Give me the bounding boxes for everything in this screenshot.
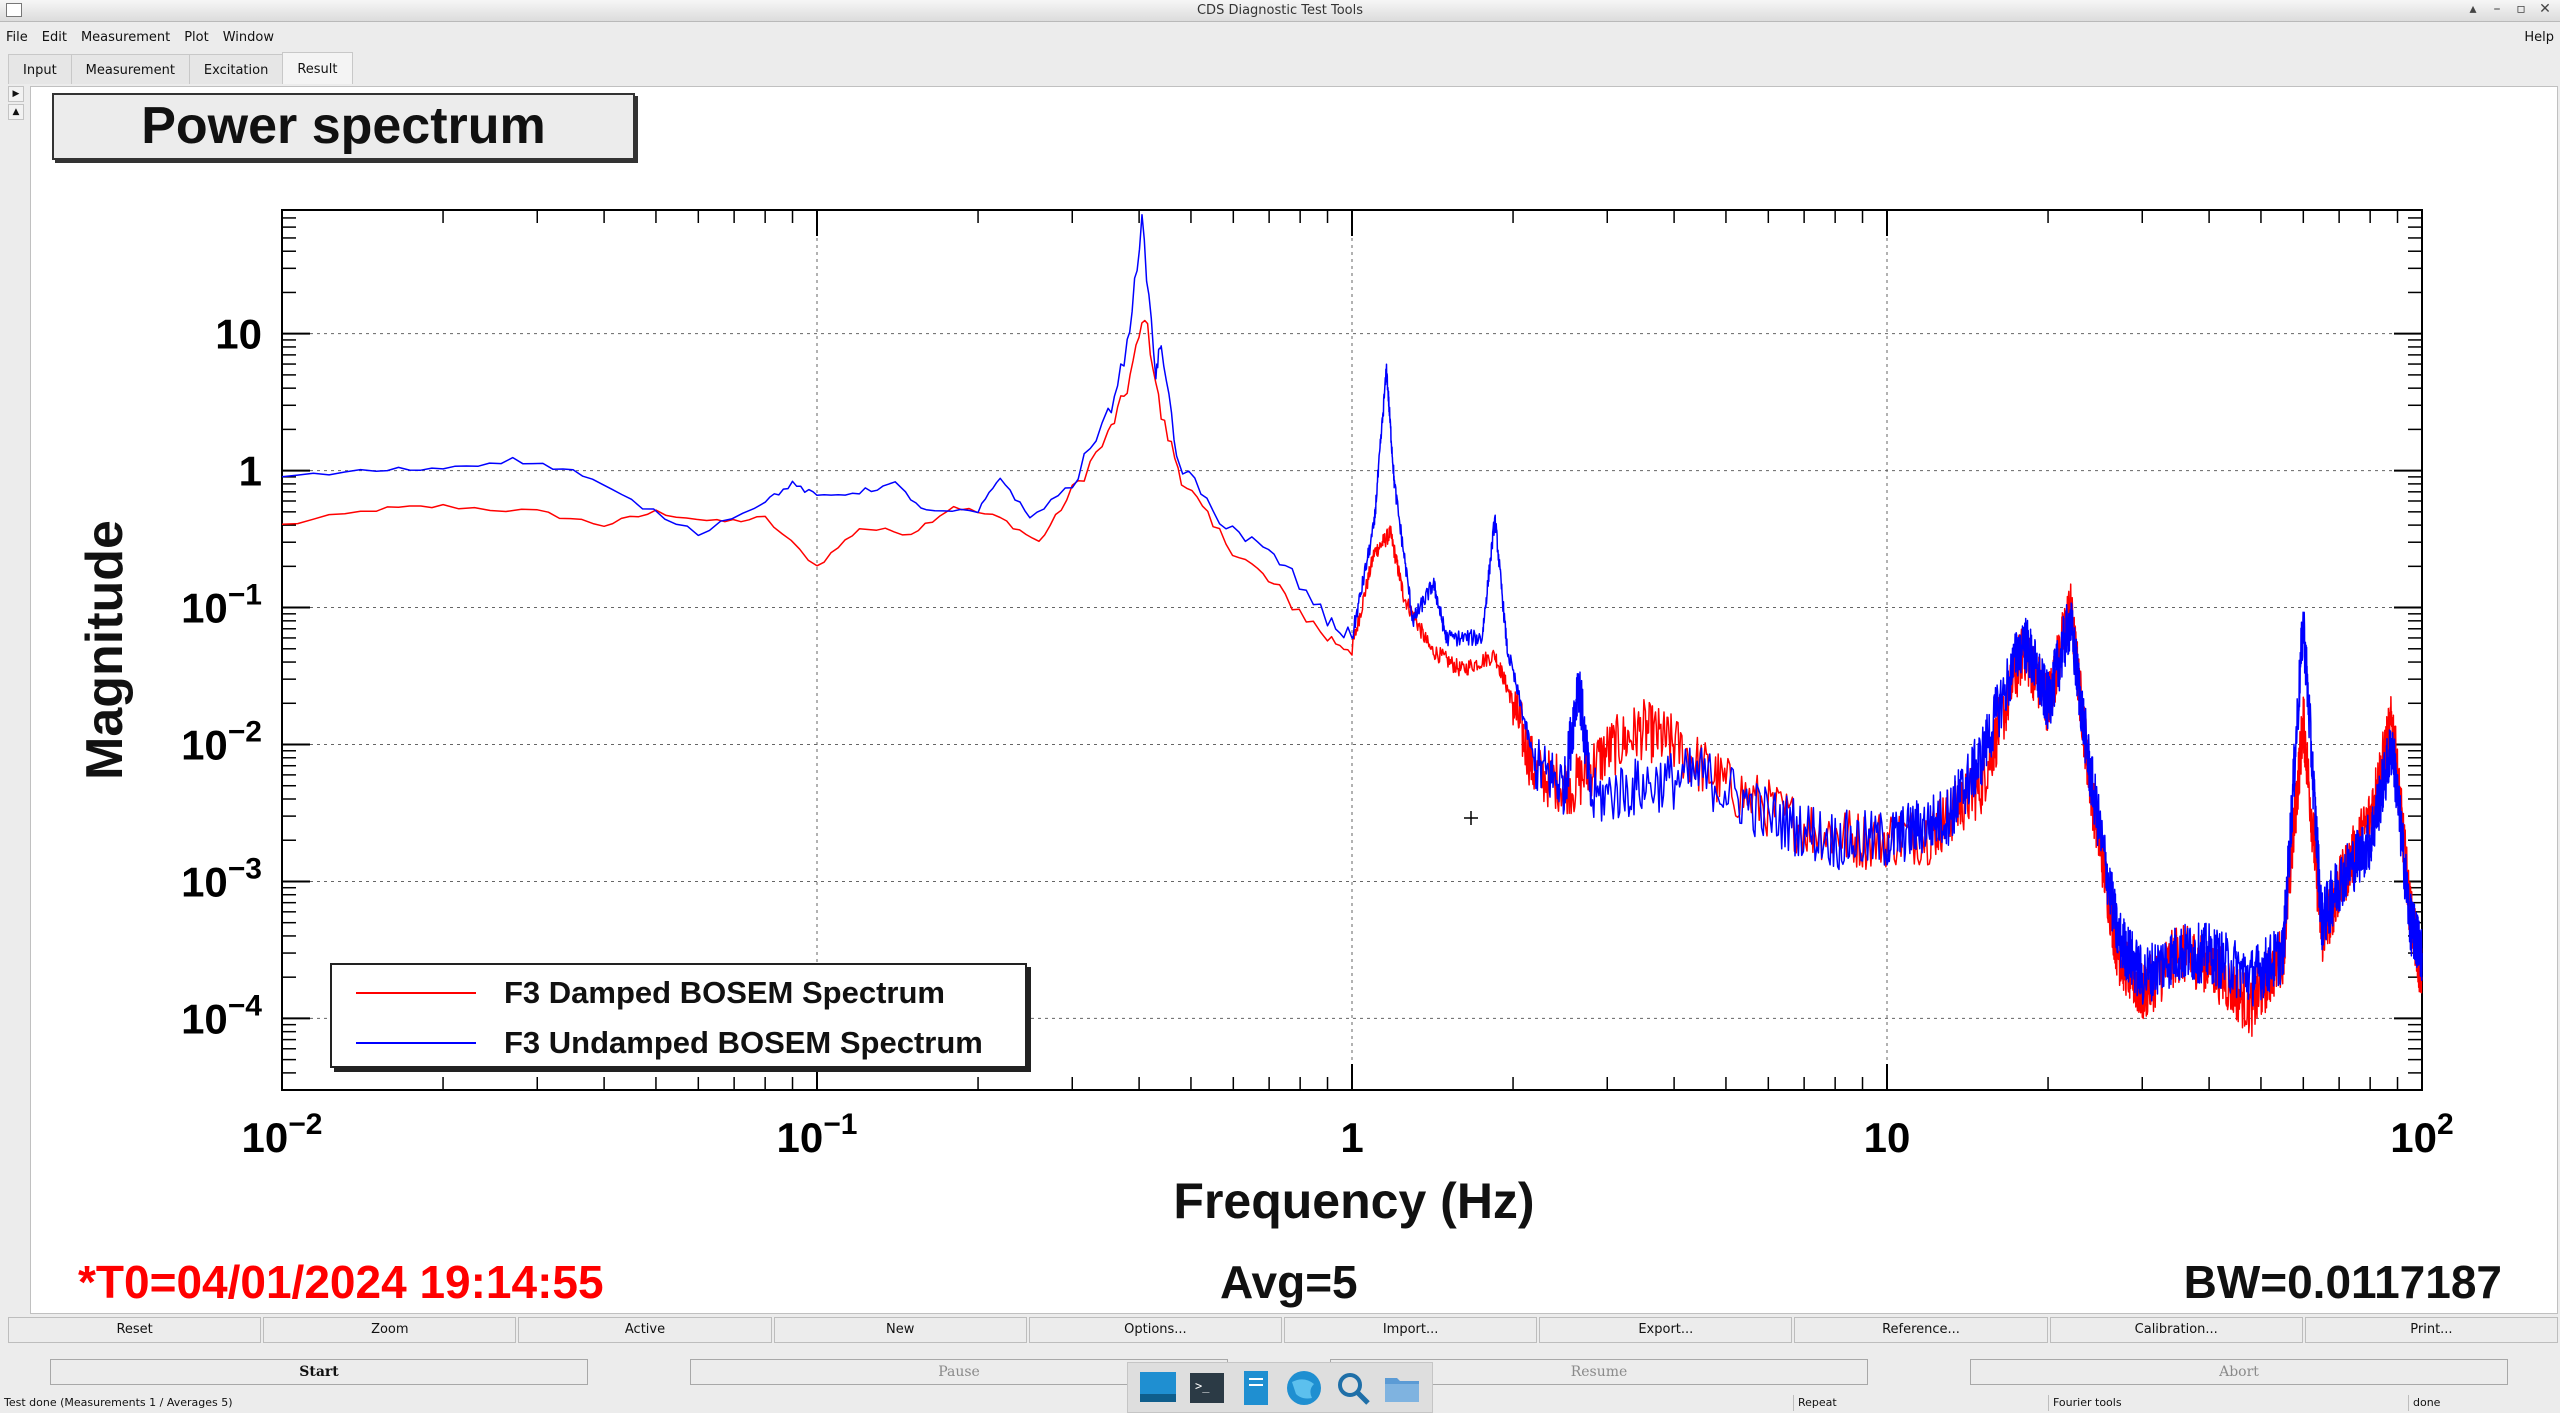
search-icon[interactable] — [1333, 1368, 1373, 1408]
legend-line-damped — [356, 992, 476, 994]
status-tools: Fourier tools — [2048, 1395, 2122, 1411]
zoom-button[interactable]: Zoom — [263, 1317, 517, 1343]
taskbar: >_ — [1127, 1362, 1433, 1413]
new-button[interactable]: New — [773, 1317, 1027, 1343]
options-button[interactable]: Options... — [1028, 1317, 1283, 1343]
reference-button[interactable]: Reference... — [1794, 1317, 2048, 1343]
y-axis-label: Magnitude — [76, 520, 134, 780]
abort-button[interactable]: Abort — [1970, 1359, 2508, 1385]
status-message: Test done (Measurements 1 / Averages 5) — [4, 1396, 233, 1409]
y-tick-label: 10−2 — [181, 716, 262, 769]
x-axis-label: Frequency (Hz) — [1173, 1173, 1535, 1229]
import-button[interactable]: Import... — [1284, 1317, 1538, 1343]
x-tick-label: 102 — [2390, 1108, 2453, 1161]
bandwidth-value: BW=0.0117187 — [2183, 1256, 2502, 1308]
desktop-icon[interactable] — [1138, 1368, 1178, 1408]
x-tick-label: 10−1 — [777, 1108, 858, 1161]
text-editor-icon[interactable] — [1236, 1368, 1276, 1408]
x-tick-label: 1 — [1340, 1114, 1363, 1161]
legend-label-undamped: F3 Undamped BOSEM Spectrum — [504, 1025, 983, 1060]
svg-text:>_: >_ — [1195, 1379, 1210, 1393]
x-tick-label: 10−2 — [242, 1108, 323, 1161]
status-state: done — [2408, 1395, 2440, 1411]
legend-entry-damped: F3 Damped BOSEM Spectrum — [356, 973, 945, 1013]
active-button[interactable]: Active — [518, 1317, 772, 1343]
status-repeat: Repeat — [1793, 1395, 1837, 1411]
x-tick-label: 10 — [1864, 1114, 1911, 1161]
y-tick-label: 10−3 — [181, 852, 262, 905]
legend-line-undamped — [356, 1042, 476, 1044]
averages-count: Avg=5 — [1220, 1256, 1358, 1308]
y-tick-label: 10−1 — [181, 579, 262, 632]
legend-entry-undamped: F3 Undamped BOSEM Spectrum — [356, 1023, 983, 1063]
y-tick-label: 1 — [239, 448, 262, 495]
start-button[interactable]: Start — [50, 1359, 588, 1385]
browser-icon[interactable] — [1284, 1368, 1324, 1408]
terminal-icon[interactable]: >_ — [1187, 1368, 1227, 1408]
plot-controls: Reset Zoom Active New Options... Import.… — [8, 1317, 2560, 1343]
folder-icon[interactable] — [1382, 1368, 1422, 1408]
export-button[interactable]: Export... — [1539, 1317, 1793, 1343]
y-tick-label: 10−4 — [181, 989, 262, 1042]
y-tick-label: 10 — [215, 311, 262, 358]
reset-button[interactable]: Reset — [8, 1317, 262, 1343]
t0-timestamp: *T0=04/01/2024 19:14:55 — [78, 1256, 604, 1308]
legend[interactable]: F3 Damped BOSEM Spectrum F3 Undamped BOS… — [330, 963, 1027, 1068]
print-button[interactable]: Print... — [2304, 1317, 2559, 1343]
legend-label-damped: F3 Damped BOSEM Spectrum — [504, 975, 945, 1010]
calibration-button[interactable]: Calibration... — [2049, 1317, 2303, 1343]
